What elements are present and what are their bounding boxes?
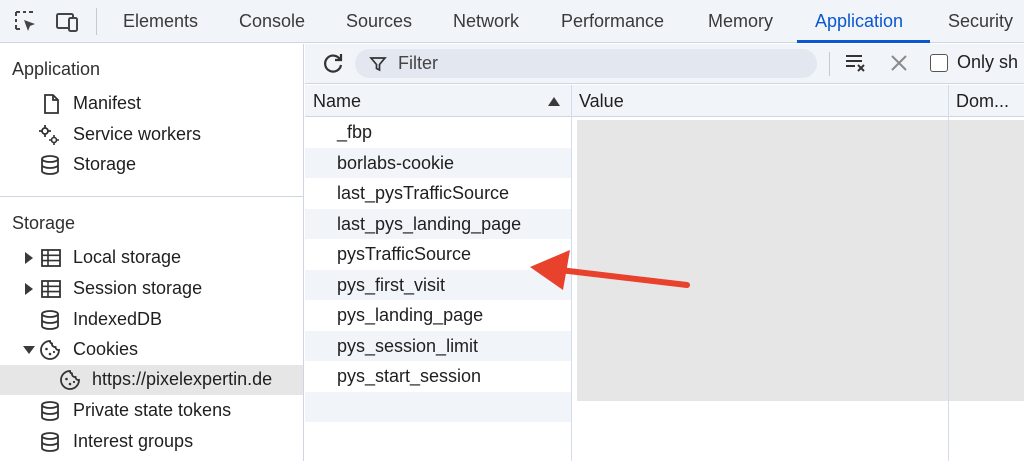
sidebar-item-label: Session storage	[73, 278, 203, 298]
storage-section-title: Storage	[12, 213, 76, 233]
cookie-name-cell: last_pys_landing_page	[337, 213, 522, 234]
toolbar-separator	[829, 52, 830, 76]
cookie-name-cell: _fbp	[337, 122, 373, 142]
sidebar-item-cookie-origin[interactable]: https://pixelexpertin.de	[0, 365, 303, 395]
sidebar-item-indexeddb[interactable]: IndexedDB	[0, 305, 303, 335]
sidebar-item-label: Service workers	[73, 124, 202, 144]
expand-arrow-icon[interactable]	[25, 252, 33, 264]
only-show-label: Only sh	[957, 52, 1019, 72]
collapse-arrow-icon[interactable]	[23, 346, 35, 354]
sidebar-item-local-storage[interactable]: Local storage	[0, 243, 303, 273]
tab-application[interactable]: Application	[815, 0, 903, 43]
cookie-name-cell: pysTrafficSource	[337, 244, 472, 264]
sidebar-item-label: Storage	[73, 154, 137, 174]
sidebar-item-storage[interactable]: Storage	[0, 150, 303, 180]
column-header-name[interactable]: Name	[313, 91, 361, 112]
cookie-name-cell: pys_first_visit	[337, 274, 446, 295]
device-toolbar-icon[interactable]	[54, 9, 80, 35]
tab-console[interactable]: Console	[239, 0, 305, 43]
tab-elements[interactable]: Elements	[123, 0, 198, 43]
only-show-checkbox[interactable]	[930, 54, 948, 72]
database-icon	[41, 155, 59, 175]
table-row[interactable]: pys_start_session	[305, 361, 571, 392]
sidebar-item-label: Interest groups	[73, 431, 194, 451]
cookie-icon	[40, 340, 60, 360]
devtools-tab-bar: Elements Console Sources Network Perform…	[0, 0, 1024, 43]
cookie-name-cell: pys_landing_page	[337, 305, 484, 325]
cookie-name-cell: borlabs-cookie	[337, 152, 455, 173]
refresh-icon[interactable]	[320, 51, 346, 77]
sidebar-divider	[0, 196, 304, 197]
toolbar-separator	[96, 8, 97, 35]
tab-network[interactable]: Network	[453, 0, 519, 43]
table-row[interactable]: last_pysTrafficSource	[305, 178, 571, 209]
inspect-element-icon[interactable]	[13, 9, 39, 35]
application-sidebar: Application Manifest Service workers Sto…	[0, 44, 304, 461]
delete-selected-icon[interactable]	[888, 52, 910, 74]
table-row[interactable]: pys_session_limit	[305, 330, 571, 361]
database-icon	[41, 310, 59, 330]
cookie-icon	[60, 370, 80, 390]
table-row[interactable]: borlabs-cookie	[305, 147, 571, 178]
cookie-name-cell: last_pysTrafficSource	[337, 183, 510, 203]
active-tab-indicator	[797, 40, 930, 43]
grid-icon	[41, 249, 61, 267]
table-row[interactable]: pys_landing_page	[305, 300, 571, 331]
filter-input[interactable]: Filter	[355, 49, 817, 78]
filter-icon	[369, 57, 387, 72]
cookie-name-cell: pys_start_session	[337, 366, 482, 386]
sidebar-item-private-state-tokens[interactable]: Private state tokens	[0, 396, 303, 426]
tab-performance[interactable]: Performance	[561, 0, 664, 43]
sidebar-item-session-storage[interactable]: Session storage	[0, 274, 303, 304]
column-header-domain[interactable]: Dom...	[956, 91, 1009, 112]
annotation-arrow-icon	[530, 250, 690, 290]
column-divider[interactable]	[948, 85, 949, 461]
table-header: Name Value Dom...	[305, 85, 1024, 117]
cookie-name-cell: pys_session_limit	[337, 335, 479, 356]
sidebar-item-label: Manifest	[73, 93, 142, 113]
sidebar-item-label: Cookies	[73, 339, 139, 359]
application-section-title: Application	[12, 59, 101, 79]
table-row[interactable]: _fbp	[305, 117, 571, 148]
table-row[interactable]: last_pys_landing_page	[305, 208, 571, 239]
sidebar-item-label: Private state tokens	[73, 400, 232, 420]
sidebar-item-label: https://pixelexpertin.de	[92, 369, 273, 389]
database-icon	[41, 432, 59, 452]
expand-arrow-icon[interactable]	[25, 283, 33, 295]
sidebar-item-cookies[interactable]: Cookies	[0, 335, 303, 365]
database-icon	[41, 401, 59, 421]
filter-placeholder: Filter	[398, 53, 438, 73]
sort-ascending-icon	[548, 97, 560, 106]
tab-security[interactable]: Security	[948, 0, 1013, 43]
sidebar-item-interest-groups[interactable]: Interest groups	[0, 427, 303, 457]
column-header-value[interactable]: Value	[579, 91, 624, 112]
tab-memory[interactable]: Memory	[708, 0, 773, 43]
sidebar-item-label: IndexedDB	[73, 309, 163, 329]
clear-all-cookies-icon[interactable]	[843, 50, 869, 76]
sidebar-item-service-workers[interactable]: Service workers	[0, 120, 303, 150]
tab-sources[interactable]: Sources	[346, 0, 412, 43]
document-icon	[44, 94, 59, 114]
table-row-empty	[305, 391, 571, 422]
grid-icon	[41, 280, 61, 298]
cookies-toolbar: Filter Only sh	[305, 44, 1024, 84]
gears-icon	[39, 125, 59, 145]
sidebar-item-manifest[interactable]: Manifest	[0, 89, 303, 119]
sidebar-item-label: Local storage	[73, 247, 182, 267]
